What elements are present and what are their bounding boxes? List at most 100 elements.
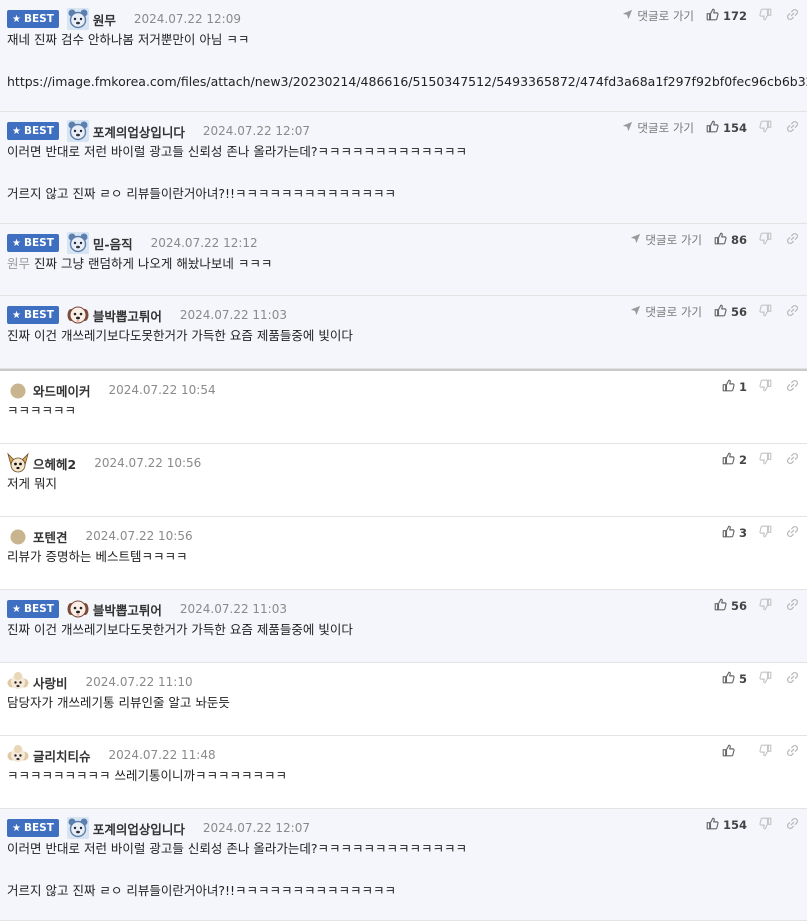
thumbs-down-icon <box>759 598 772 614</box>
upvote-button[interactable]: 154 <box>706 120 747 136</box>
downvote-button[interactable] <box>759 525 772 541</box>
comment-date: 2024.07.22 11:10 <box>85 675 193 689</box>
copy-link-button[interactable] <box>786 744 799 760</box>
comment-text-line: 거르지 않고 진짜 ㄹㅇ 리뷰들이란거아녀?!!ㅋㅋㅋㅋㅋㅋㅋㅋㅋㅋㅋㅋㅋㅋ <box>7 883 397 898</box>
comment-actions: 1 <box>722 377 799 397</box>
author-nickname[interactable]: 믿-음직 <box>93 234 133 253</box>
comment-actions: 56 <box>714 596 799 616</box>
downvote-button[interactable] <box>759 232 772 248</box>
author-nickname[interactable]: 포계의업상입니다 <box>93 122 185 141</box>
puppy-avatar-icon[interactable] <box>67 304 89 326</box>
mention-link[interactable]: 원무 <box>7 256 30 271</box>
bear-avatar-icon[interactable] <box>66 120 89 142</box>
downvote-button[interactable] <box>759 817 772 833</box>
thumbs-down-icon <box>759 525 772 541</box>
copy-link-button[interactable] <box>786 598 799 614</box>
downvote-button[interactable] <box>759 379 772 395</box>
default-avatar-icon[interactable] <box>7 525 29 547</box>
author-nickname[interactable]: 블박뽑고튀어 <box>93 306 162 325</box>
author-nickname[interactable]: 사랑비 <box>33 673 68 692</box>
downvote-button[interactable] <box>759 452 772 468</box>
author-nickname[interactable]: 블박뽑고튀어 <box>93 600 162 619</box>
comment-actions: 5 <box>722 669 799 689</box>
comment-header: 사랑비 2024.07.22 11:10 <box>7 672 193 692</box>
upvote-button[interactable]: 1 <box>722 379 747 395</box>
reply-link[interactable]: 댓글로 가기 <box>622 8 694 24</box>
upvote-button[interactable]: 5 <box>722 671 747 687</box>
chihuahua-avatar-icon[interactable] <box>7 452 29 474</box>
comment-actions: 2 <box>722 450 799 470</box>
best-divider <box>0 369 807 371</box>
bear-avatar-icon[interactable] <box>66 232 89 254</box>
comment-header: ★ BEST 믿-음직 2024.07.22 12:12 <box>7 232 258 254</box>
upvote-button[interactable]: 172 <box>706 8 747 24</box>
upvote-button[interactable]: 154 <box>706 817 747 833</box>
copy-link-button[interactable] <box>786 304 799 320</box>
reply-link[interactable]: 댓글로 가기 <box>622 120 694 136</box>
reply-label: 댓글로 가기 <box>645 305 702 319</box>
downvote-button[interactable] <box>759 598 772 614</box>
upvote-count: 1 <box>738 380 747 394</box>
upvote-button[interactable]: 2 <box>722 452 747 468</box>
poodle-avatar-icon[interactable] <box>7 671 29 693</box>
author-nickname[interactable]: 글리치티슈 <box>33 746 91 765</box>
best-badge-label: BEST <box>23 309 54 321</box>
upvote-button[interactable]: 56 <box>714 598 747 614</box>
thumbs-down-icon <box>759 452 772 468</box>
copy-link-button[interactable] <box>786 817 799 833</box>
comment-actions: 댓글로 가기 154 <box>622 118 799 138</box>
reply-link[interactable]: 댓글로 가기 <box>630 304 702 320</box>
default-avatar-icon[interactable] <box>7 379 29 401</box>
poodle-avatar-icon[interactable] <box>7 744 29 766</box>
comment-text-line: 진짜 그냥 랜덤하게 나오게 해놨나보네 ㅋㅋㅋ <box>34 256 273 271</box>
comment-header: ★ BEST 포계의업상입니다 2024.07.22 12:07 <box>7 120 310 142</box>
comment-actions <box>722 742 799 762</box>
author-nickname[interactable]: 포계의업상입니다 <box>93 819 185 838</box>
comment-date: 2024.07.22 11:03 <box>179 602 287 616</box>
comment: 으헤헤2 2024.07.22 10:56 2 저게 뭐지 <box>0 444 807 517</box>
downvote-button[interactable] <box>759 120 772 136</box>
star-icon: ★ <box>12 822 21 834</box>
downvote-button[interactable] <box>759 304 772 320</box>
copy-link-button[interactable] <box>786 8 799 24</box>
copy-link-button[interactable] <box>786 525 799 541</box>
downvote-button[interactable] <box>759 744 772 760</box>
upvote-button[interactable]: 3 <box>722 525 747 541</box>
bear-avatar-icon[interactable] <box>66 8 89 30</box>
link-icon <box>786 598 799 614</box>
author-nickname[interactable]: 와드메이커 <box>33 381 91 400</box>
comment-text-line: 진짜 이건 개쓰레기보다도못한거가 가득한 요즘 제품들중에 빛이다 <box>7 622 353 637</box>
comment-actions: 댓글로 가기 56 <box>630 302 799 322</box>
author-nickname[interactable]: 포텐견 <box>33 527 68 546</box>
copy-link-button[interactable] <box>786 452 799 468</box>
copy-link-button[interactable] <box>786 379 799 395</box>
upvote-button[interactable] <box>722 744 747 760</box>
thumbs-up-icon <box>714 598 727 614</box>
reply-link[interactable]: 댓글로 가기 <box>630 232 702 248</box>
downvote-button[interactable] <box>759 671 772 687</box>
best-badge: ★ BEST <box>7 234 59 252</box>
link-icon <box>786 452 799 468</box>
comment: 와드메이커 2024.07.22 10:54 1 ㅋㅋㅋㅋㅋㅋ <box>0 371 807 444</box>
best-badge: ★ BEST <box>7 306 59 324</box>
author-nickname[interactable]: 원무 <box>93 10 116 29</box>
upvote-button[interactable]: 56 <box>714 304 747 320</box>
author-nickname[interactable]: 으헤헤2 <box>33 454 76 473</box>
comment-header: ★ BEST 블박뽑고튀어 2024.07.22 11:03 <box>7 599 287 619</box>
star-icon: ★ <box>12 13 21 25</box>
comment-text-line: 이러면 반대로 저런 바이럴 광고들 신뢰성 존나 올라가는데?ㅋㅋㅋㅋㅋㅋㅋㅋ… <box>7 841 467 856</box>
comment-actions: 댓글로 가기 86 <box>630 230 799 250</box>
copy-link-button[interactable] <box>786 120 799 136</box>
link-icon <box>786 232 799 248</box>
comment-date: 2024.07.22 11:48 <box>108 748 216 762</box>
comment-date: 2024.07.22 10:56 <box>94 456 202 470</box>
downvote-button[interactable] <box>759 8 772 24</box>
puppy-avatar-icon[interactable] <box>67 598 89 620</box>
upvote-button[interactable]: 86 <box>714 232 747 248</box>
copy-link-button[interactable] <box>786 232 799 248</box>
arrow-icon <box>630 305 645 319</box>
best-badge-label: BEST <box>23 125 54 137</box>
bear-avatar-icon[interactable] <box>66 817 89 839</box>
copy-link-button[interactable] <box>786 671 799 687</box>
comment-text-line: ㅋㅋㅋㅋㅋㅋㅋㅋㅋ 쓰레기통이니까ㅋㅋㅋㅋㅋㅋㅋㅋ <box>7 768 287 783</box>
